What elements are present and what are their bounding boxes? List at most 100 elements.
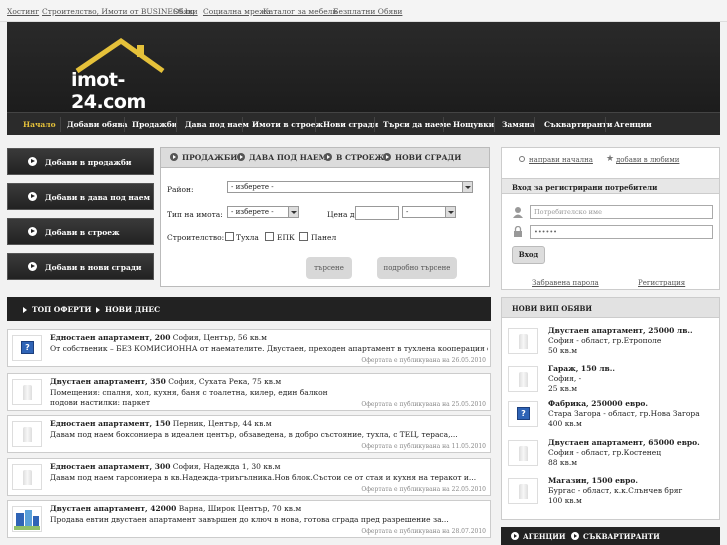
listing-item[interactable]: Едностаен апартамент, 150 Перник, Център… <box>7 415 491 453</box>
add-rent-button[interactable]: Добави в дава под наем <box>7 183 154 210</box>
tab-new-today[interactable]: НОВИ ДНЕС <box>95 305 160 314</box>
register-link[interactable]: Регистрация <box>638 279 685 287</box>
region-select[interactable]: - изберете - <box>227 181 473 193</box>
listing-title-text: Едностаен апартамент, 300 <box>50 462 171 471</box>
top-link-construction[interactable]: Строителство, Имоти от BUSINESS.bg <box>42 7 195 16</box>
nav-add-ad[interactable]: Добави обява <box>67 120 128 129</box>
nav-divider <box>60 117 61 132</box>
forgot-password-link[interactable]: Забравена парола <box>532 279 599 287</box>
vip-text: Двустаен апартамент, 65000 евро. София - … <box>548 438 700 468</box>
listing-thumbnail[interactable] <box>12 421 42 447</box>
listing-title[interactable]: Двустаен апартамент, 350 София, Сухата Р… <box>50 377 281 386</box>
nav-agencies[interactable]: Агенции <box>614 120 652 129</box>
vip-item[interactable]: Гараж, 150 лв.. София, -25 кв.м <box>508 364 713 398</box>
top-link-furniture[interactable]: Каталог за мебели <box>263 7 337 16</box>
listing-thumbnail[interactable] <box>12 506 42 532</box>
nav-looking-to-rent[interactable]: Търси да наеме <box>383 120 451 129</box>
password-input[interactable]: •••••• <box>530 225 713 239</box>
listing-title[interactable]: Едностаен апартамент, 150 Перник, Център… <box>50 419 272 428</box>
login-button[interactable]: Вход <box>512 246 545 264</box>
nav-rent-out[interactable]: Дава под наем <box>185 120 249 129</box>
search-panel: ПРОДАЖБИ ДАВА ПОД НАЕМ В СТРОЕЖ НОВИ СГР… <box>160 147 490 287</box>
tab-sales[interactable]: ПРОДАЖБИ <box>182 153 237 162</box>
login-box: направи начална ★ добави в любими Вход з… <box>501 147 720 290</box>
add-new-building-button[interactable]: Добави в нови сгради <box>7 253 154 280</box>
listing-thumbnail[interactable] <box>12 464 42 490</box>
nav-divider <box>242 117 243 132</box>
vip-item[interactable]: Магазин, 1500 евро. Бургас - област, к.к.… <box>508 476 713 510</box>
listing-title-text: Двустаен апартамент, 42000 <box>50 504 177 513</box>
add-sale-button[interactable]: Добави в продажби <box>7 148 154 175</box>
site-logo[interactable]: imot-24.com <box>59 37 169 113</box>
nav-sales[interactable]: Продажби <box>132 120 177 129</box>
listing-item[interactable]: Едностаен апартамент, 300 София, Надежда… <box>7 458 491 496</box>
epk-checkbox[interactable] <box>265 232 274 241</box>
tab-agencies[interactable]: АГЕНЦИИ <box>523 532 565 541</box>
listing-item[interactable]: Двустаен апартамент, 350 София, Сухата Р… <box>7 373 491 411</box>
vip-title-text[interactable]: Двустаен апартамент, 25000 лв.. <box>548 326 693 335</box>
listing-location: София, Сухата Река, 75 кв.м <box>165 377 282 386</box>
nav-new-buildings[interactable]: Нови сгради <box>323 120 378 129</box>
tab-top-offers[interactable]: ТОП ОФЕРТИ <box>22 305 91 314</box>
currency-select[interactable]: - <box>402 206 456 218</box>
vip-item[interactable]: Двустаен апартамент, 25000 лв.. София - о… <box>508 326 713 360</box>
play-icon <box>28 262 37 271</box>
vip-thumbnail[interactable] <box>508 440 538 466</box>
advanced-search-button[interactable]: подробно търсене <box>377 257 457 279</box>
vip-title-text[interactable]: Двустаен апартамент, 65000 евро. <box>548 438 700 447</box>
tab-construction[interactable]: В СТРОЕЖ <box>336 153 384 162</box>
top-link-free-ads[interactable]: Безплатни Обяви <box>333 7 402 16</box>
nav-divider <box>315 117 316 132</box>
add-construction-button[interactable]: Добави в строеж <box>7 218 154 245</box>
nav-home[interactable]: Начало <box>23 120 56 129</box>
listing-date: Офертата е публикувана на 11.05.2010 <box>361 443 486 450</box>
nav-roommates[interactable]: Съквартиранти <box>544 120 612 129</box>
tab-roommates[interactable]: СЪКВАРТИРАНТИ <box>583 532 660 541</box>
add-sale-label: Добави в продажби <box>45 158 132 167</box>
username-input[interactable]: Потребителско име <box>530 205 713 219</box>
nav-under-construction[interactable]: Имоти в строеж <box>252 120 323 129</box>
vip-item[interactable]: Двустаен апартамент, 65000 евро. София - … <box>508 438 713 472</box>
star-icon: ★ <box>606 154 615 164</box>
listing-title[interactable]: Едностаен апартамент, 300 София, Надежда… <box>50 462 280 471</box>
search-button[interactable]: търсене <box>306 257 352 279</box>
nav-overnight[interactable]: Нощувки <box>453 120 494 129</box>
brick-label: Тухла <box>236 233 259 242</box>
vip-title-text[interactable]: Гараж, 150 лв.. <box>548 364 615 373</box>
vip-item[interactable]: ? Фабрика, 250000 евро. Стара Загора - об… <box>508 399 713 433</box>
vip-title-text[interactable]: Фабрика, 250000 евро. <box>548 399 648 408</box>
listing-title[interactable]: Едностаен апартамент, 200 София, Център,… <box>50 333 267 342</box>
listing-thumbnail[interactable] <box>12 379 42 405</box>
vip-thumbnail[interactable]: ? <box>508 401 538 427</box>
listing-item[interactable]: ? Едностаен апартамент, 200 София, Центъ… <box>7 329 491 367</box>
chevron-down-icon <box>445 207 455 217</box>
vip-thumbnail[interactable] <box>508 478 538 504</box>
top-link-social[interactable]: Социална мрежа <box>203 7 271 16</box>
listing-description: Давам под наем гарсониера в кв.Надежда-т… <box>50 473 488 483</box>
vip-thumbnail[interactable] <box>508 366 538 392</box>
brick-checkbox[interactable] <box>225 232 234 241</box>
tab-rent[interactable]: ДАВА ПОД НАЕМ <box>249 153 327 162</box>
placeholder-image-icon <box>519 372 528 387</box>
type-select[interactable]: - изберете - <box>227 206 299 218</box>
vip-title-text[interactable]: Магазин, 1500 евро. <box>548 476 638 485</box>
vip-ads-box: НОВИ ВИП ОБЯВИ Двустаен апартамент, 2500… <box>501 297 720 520</box>
top-link-ads[interactable]: Обяви <box>173 7 198 16</box>
vip-thumbnail[interactable] <box>508 328 538 354</box>
listing-item[interactable]: Двустаен апартамент, 42000 Варна, Широк … <box>7 500 491 538</box>
tab-new-buildings[interactable]: НОВИ СГРАДИ <box>395 153 461 162</box>
offers-tab-bar: ТОП ОФЕРТИ НОВИ ДНЕС <box>7 297 491 321</box>
price-input[interactable] <box>355 206 399 220</box>
panel-checkbox[interactable] <box>299 232 308 241</box>
listing-thumbnail[interactable]: ? <box>12 335 42 361</box>
vip-location: Бургас - област, к.к.Слънчев бряг <box>548 486 683 495</box>
nav-exchange[interactable]: Замяна <box>502 120 535 129</box>
listing-location: София, Център, 56 кв.м <box>170 333 267 342</box>
placeholder-image-icon <box>23 427 32 442</box>
listing-title[interactable]: Двустаен апартамент, 42000 Варна, Широк … <box>50 504 301 513</box>
top-link-hosting[interactable]: Хостинг <box>7 7 39 16</box>
add-favorites-link[interactable]: добави в любими <box>616 156 679 164</box>
set-homepage-link[interactable]: направи начална <box>529 156 593 164</box>
no-image-icon: ? <box>517 407 530 420</box>
type-select-value: - изберете - <box>231 208 274 216</box>
